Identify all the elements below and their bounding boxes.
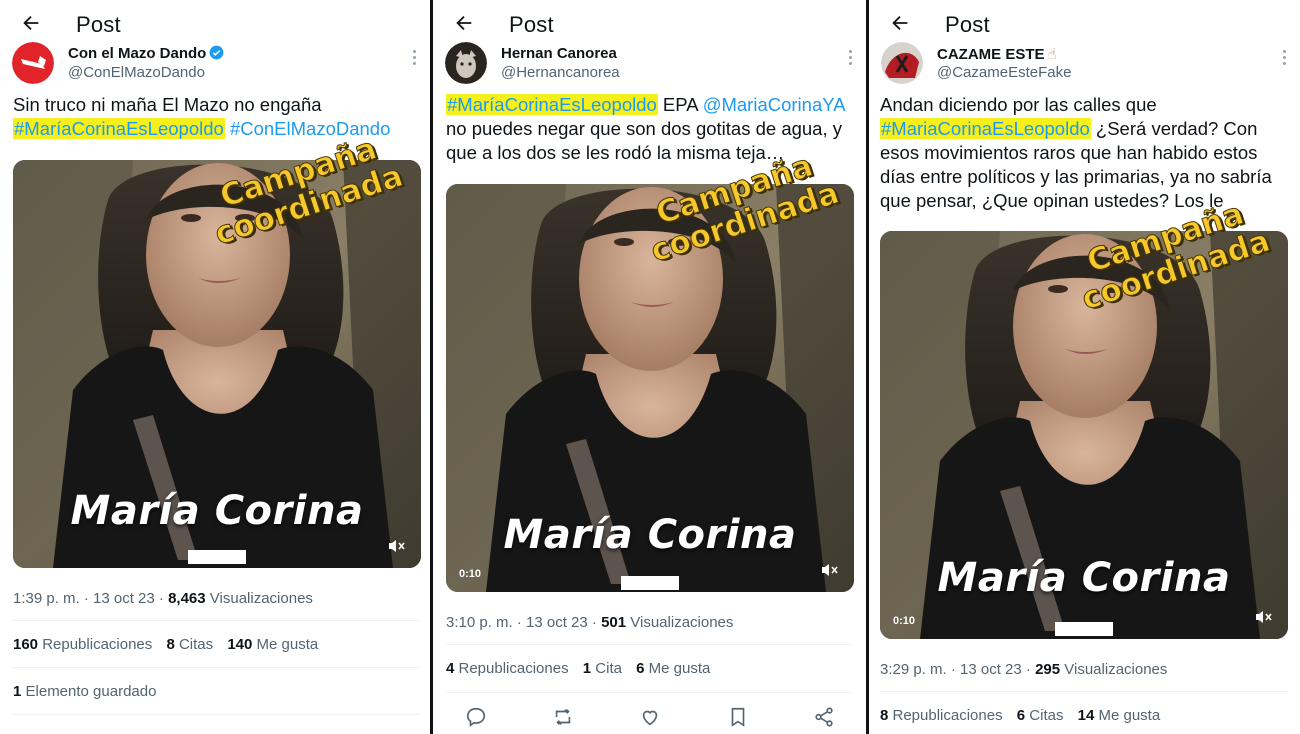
video-timestamp: 0:10 [893, 615, 916, 627]
divider [13, 620, 421, 621]
post-meta: 3:29 p. m. · 13 oct 23 · 295 Visualizaci… [880, 661, 1168, 678]
reposts-count[interactable]: 160 Republicaciones [13, 636, 152, 653]
video-caption: María Corina [70, 488, 364, 534]
hashtag-link[interactable]: #MaríaCorinaEsLeopoldo [13, 118, 225, 139]
video-timestamp: 0:10 [459, 568, 482, 580]
post-stats: 4 Republicaciones 1 Cita 6 Me gusta [446, 660, 720, 677]
video-caption: María Corina [937, 555, 1231, 601]
mute-icon[interactable] [387, 538, 405, 554]
post-header: Post [869, 8, 1300, 44]
author-name[interactable]: Hernan Canorea [501, 45, 617, 62]
like-icon[interactable] [639, 706, 661, 728]
post-panel-1: Post Con el Mazo Dando @ConElMazoDando S… [0, 0, 430, 734]
more-options-icon[interactable] [1282, 50, 1288, 66]
author-row: CAZAME ESTE ☝ @CazameEsteFake [881, 42, 1288, 88]
back-arrow-icon[interactable] [889, 12, 911, 34]
likes-count[interactable]: 6 Me gusta [636, 660, 710, 677]
divider [446, 692, 854, 693]
repost-icon[interactable] [552, 706, 574, 728]
verified-badge-icon [209, 45, 224, 60]
page-title: Post [945, 12, 990, 37]
reposts-count[interactable]: 8 Republicaciones [880, 707, 1003, 724]
post-panel-2: Post Hernan Canorea @Hernancanorea #Marí… [433, 0, 866, 734]
author-row: Hernan Canorea @Hernancanorea [445, 42, 854, 88]
tweet-text: Sin truco ni maña El Mazo no engaña #Mar… [13, 94, 391, 139]
back-arrow-icon[interactable] [20, 12, 42, 34]
hashtag-link[interactable]: #MaríaCorinaEsLeopoldo [446, 94, 658, 115]
quotes-count[interactable]: 6 Citas [1017, 707, 1064, 724]
mute-icon[interactable] [1254, 609, 1272, 625]
more-options-icon[interactable] [848, 50, 854, 66]
divider [13, 667, 421, 668]
author-handle[interactable]: @CazameEsteFake [937, 64, 1071, 81]
hashtag-link[interactable]: #MariaCorinaEsLeopoldo [880, 118, 1091, 139]
avatar[interactable] [445, 42, 487, 84]
avatar[interactable] [12, 42, 54, 84]
mention-link[interactable]: @MariaCorinaYA [703, 94, 846, 115]
post-header: Post [433, 8, 866, 44]
post-meta: 1:39 p. m. · 13 oct 23 · 8,463 Visualiza… [13, 590, 313, 607]
likes-count[interactable]: 14 Me gusta [1078, 707, 1161, 724]
bookmark-icon[interactable] [727, 706, 749, 728]
more-options-icon[interactable] [412, 50, 418, 66]
pointing-up-emoji-icon: ☝ [1047, 46, 1057, 63]
divider [13, 714, 421, 715]
author-row: Con el Mazo Dando @ConElMazoDando [12, 42, 418, 88]
video-overlay-bar [1055, 622, 1113, 636]
action-bar [457, 706, 837, 730]
author-handle[interactable]: @ConElMazoDando [68, 64, 205, 81]
page-title: Post [509, 12, 554, 37]
quotes-count[interactable]: 8 Citas [166, 636, 213, 653]
post-panel-3: Post CAZAME ESTE ☝ @CazameEsteFake Andan … [869, 0, 1300, 734]
share-icon[interactable] [813, 706, 835, 728]
video-overlay-bar [621, 576, 679, 590]
divider [880, 691, 1288, 692]
video-overlay-bar [188, 550, 246, 564]
post-header: Post [0, 8, 430, 44]
quotes-count[interactable]: 1 Cita [583, 660, 622, 677]
back-arrow-icon[interactable] [453, 12, 475, 34]
post-stats: 160 Republicaciones 8 Citas 140 Me gusta [13, 636, 328, 653]
author-name[interactable]: CAZAME ESTE ☝ [937, 45, 1057, 63]
video-caption: María Corina [503, 512, 797, 558]
tweet-text: Andan diciendo por las calles que #Maria… [880, 94, 1272, 211]
reply-icon[interactable] [465, 706, 487, 728]
likes-count[interactable]: 140 Me gusta [227, 636, 318, 653]
avatar[interactable] [881, 42, 923, 84]
mute-icon[interactable] [820, 562, 838, 578]
bookmarks-count[interactable]: 1 Elemento guardado [13, 683, 156, 700]
post-stats: 8 Republicaciones 6 Citas 14 Me gusta [880, 707, 1170, 724]
author-name[interactable]: Con el Mazo Dando [68, 45, 224, 62]
author-handle[interactable]: @Hernancanorea [501, 64, 620, 81]
divider [446, 644, 854, 645]
page-title: Post [76, 12, 121, 37]
reposts-count[interactable]: 4 Republicaciones [446, 660, 569, 677]
post-meta: 3:10 p. m. · 13 oct 23 · 501 Visualizaci… [446, 614, 734, 631]
